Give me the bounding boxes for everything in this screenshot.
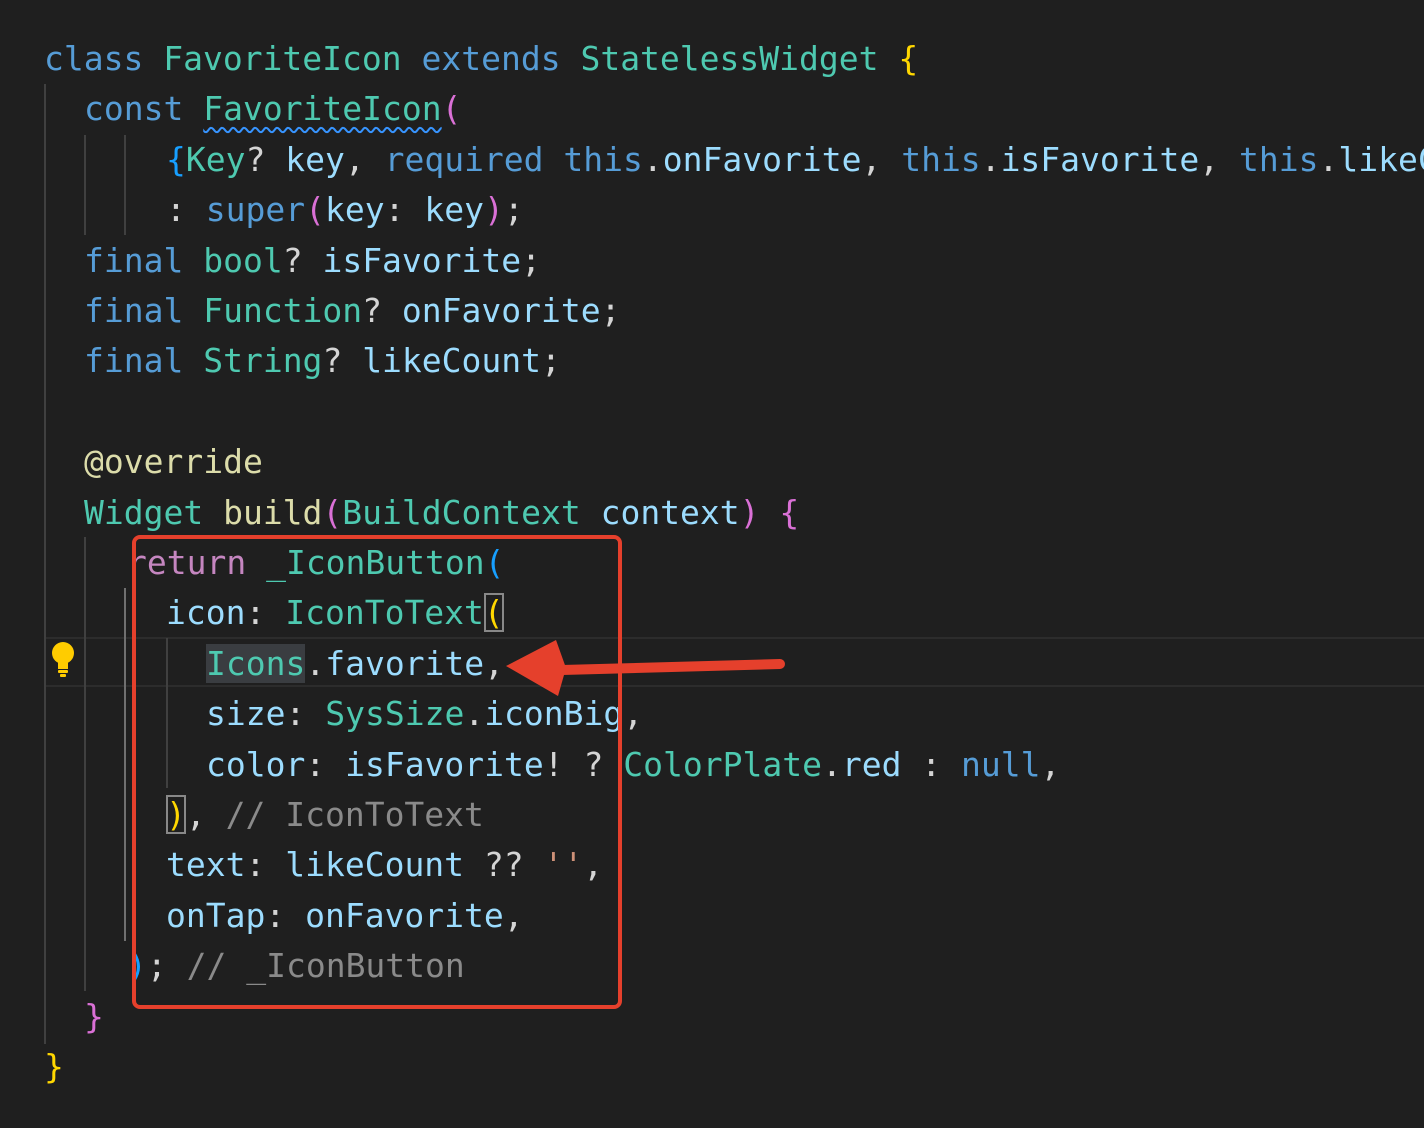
code-token: ; xyxy=(503,190,524,230)
code-token: ? xyxy=(362,291,402,330)
code-line-text: final bool? isFavorite; xyxy=(84,236,541,286)
code-line-text: final String? likeCount; xyxy=(84,336,561,386)
code-token: Key xyxy=(185,139,246,179)
code-line[interactable]: @override xyxy=(0,437,1424,487)
code-token: key xyxy=(285,139,345,179)
code-token: final xyxy=(84,240,204,280)
code-token: null xyxy=(961,744,1041,784)
code-token: super xyxy=(205,190,306,230)
code-token: ( xyxy=(305,190,325,230)
code-token: isFavorite xyxy=(322,240,522,280)
code-token: context xyxy=(600,492,740,532)
code-editor[interactable]: class FavoriteIcon extends StatelessWidg… xyxy=(0,0,1424,1128)
red-arrow-icon xyxy=(506,640,785,696)
code-token: { xyxy=(166,139,186,179)
code-token: class xyxy=(44,39,164,78)
code-token: ? xyxy=(245,139,286,179)
code-token: ( xyxy=(441,89,462,129)
code-token: const xyxy=(84,89,204,129)
code-token: ( xyxy=(322,492,343,532)
code-token: , xyxy=(1199,139,1239,179)
code-line[interactable]: final Function? onFavorite; xyxy=(0,286,1424,336)
code-token: likeCount xyxy=(362,341,541,381)
code-token: onFavorite xyxy=(662,139,862,179)
code-token: { xyxy=(898,39,919,78)
code-token: @override xyxy=(84,442,263,482)
code-token: : xyxy=(384,190,425,230)
code-line[interactable]: final bool? isFavorite; xyxy=(0,236,1424,286)
code-token: ? xyxy=(282,240,323,280)
code-token: final xyxy=(84,291,204,330)
code-line-text: {Key? key, required this.onFavorite, thi… xyxy=(166,135,1424,185)
code-line[interactable]: : super(key: key); xyxy=(0,185,1424,235)
code-line[interactable]: const FavoriteIcon( xyxy=(0,84,1424,134)
code-line-text: final Function? onFavorite; xyxy=(84,286,620,336)
code-line[interactable]: class FavoriteIcon extends StatelessWidg… xyxy=(0,34,1424,84)
lightbulb-icon[interactable] xyxy=(48,640,78,680)
code-token: String xyxy=(203,341,323,381)
code-line-text: const FavoriteIcon( xyxy=(84,84,462,134)
code-token: , xyxy=(1040,744,1061,784)
code-line-text: @override xyxy=(84,437,263,487)
code-token: Function xyxy=(203,291,363,330)
code-token: key xyxy=(424,190,484,230)
code-token: this xyxy=(1239,139,1319,179)
code-token: ) xyxy=(739,492,780,532)
code-token: likeCount xyxy=(1338,139,1424,179)
code-token: : xyxy=(901,744,962,784)
code-token: isFavorite xyxy=(1000,139,1200,179)
code-token: BuildContext xyxy=(342,492,601,532)
code-token: this xyxy=(901,139,981,179)
code-token: . xyxy=(980,139,1001,179)
code-token: FavoriteIcon xyxy=(203,89,442,129)
code-token: final xyxy=(84,341,204,381)
code-line[interactable]: {Key? key, required this.onFavorite, thi… xyxy=(0,135,1424,185)
code-token: extends xyxy=(421,39,581,78)
code-token: . xyxy=(642,139,663,179)
code-line-text: } xyxy=(44,1042,64,1092)
code-token: ; xyxy=(600,291,621,330)
code-line-text: } xyxy=(84,992,104,1042)
code-token: . xyxy=(821,744,842,784)
code-token: build xyxy=(223,492,323,532)
code-token: required xyxy=(384,139,564,179)
code-token: ? xyxy=(322,341,363,381)
code-token: : xyxy=(166,190,206,230)
code-line-text: class FavoriteIcon extends StatelessWidg… xyxy=(44,34,918,84)
code-token: StatelessWidget xyxy=(580,39,899,78)
code-token: , xyxy=(861,139,902,179)
code-token: key xyxy=(324,190,385,230)
red-highlight-box xyxy=(132,535,622,1009)
code-line-text: : super(key: key); xyxy=(166,185,524,235)
code-line[interactable] xyxy=(0,387,1424,437)
code-token: ColorPlate xyxy=(623,744,822,784)
code-token: ; xyxy=(541,341,561,381)
code-line-text: Widget build(BuildContext context) { xyxy=(84,488,799,538)
code-token: { xyxy=(779,492,800,532)
code-token: , xyxy=(344,139,385,179)
code-token: ; xyxy=(521,240,542,280)
code-token: Widget xyxy=(84,492,224,532)
code-line[interactable]: } xyxy=(0,1042,1424,1092)
code-token: FavoriteIcon xyxy=(163,39,422,78)
code-token: onFavorite xyxy=(401,291,601,330)
code-token: red xyxy=(841,744,902,784)
code-token: . xyxy=(1318,139,1339,179)
code-line[interactable]: Widget build(BuildContext context) { xyxy=(0,488,1424,538)
code-token: , xyxy=(623,694,644,734)
code-token: bool xyxy=(203,240,283,280)
code-token: ) xyxy=(483,190,504,230)
code-line[interactable]: final String? likeCount; xyxy=(0,336,1424,386)
code-token: } xyxy=(84,996,104,1036)
code-token: this xyxy=(563,139,643,179)
code-token: } xyxy=(44,1047,64,1086)
